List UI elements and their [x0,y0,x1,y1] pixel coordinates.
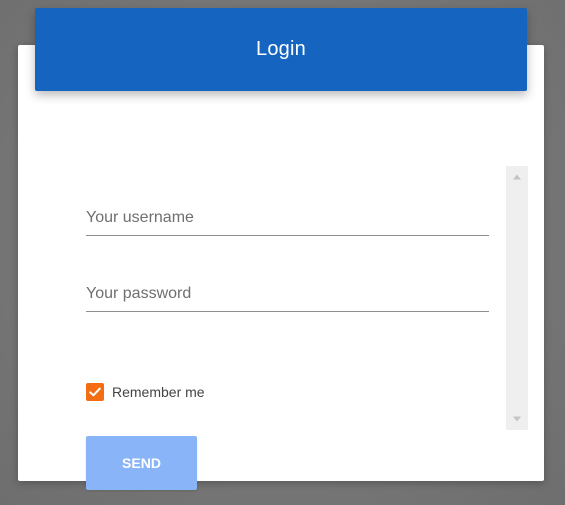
chevron-up-icon [513,174,521,180]
check-icon [89,387,101,397]
remember-me-option[interactable]: Remember me [86,383,205,401]
page-title: Login [256,38,306,60]
login-header: Login [35,8,527,91]
password-field-container [86,277,489,312]
scroll-down-button[interactable] [506,408,528,430]
login-dialog: Remember me SEND [18,45,544,490]
password-input[interactable] [86,277,489,311]
chevron-down-icon [513,416,521,422]
remember-me-label: Remember me [112,384,205,400]
login-form: Remember me SEND [18,45,544,490]
scroll-up-button[interactable] [506,166,528,188]
username-field-container [86,201,489,236]
send-button[interactable]: SEND [86,436,197,490]
remember-me-checkbox[interactable] [86,383,104,401]
username-input[interactable] [86,201,489,235]
form-scrollbar[interactable] [506,166,528,430]
